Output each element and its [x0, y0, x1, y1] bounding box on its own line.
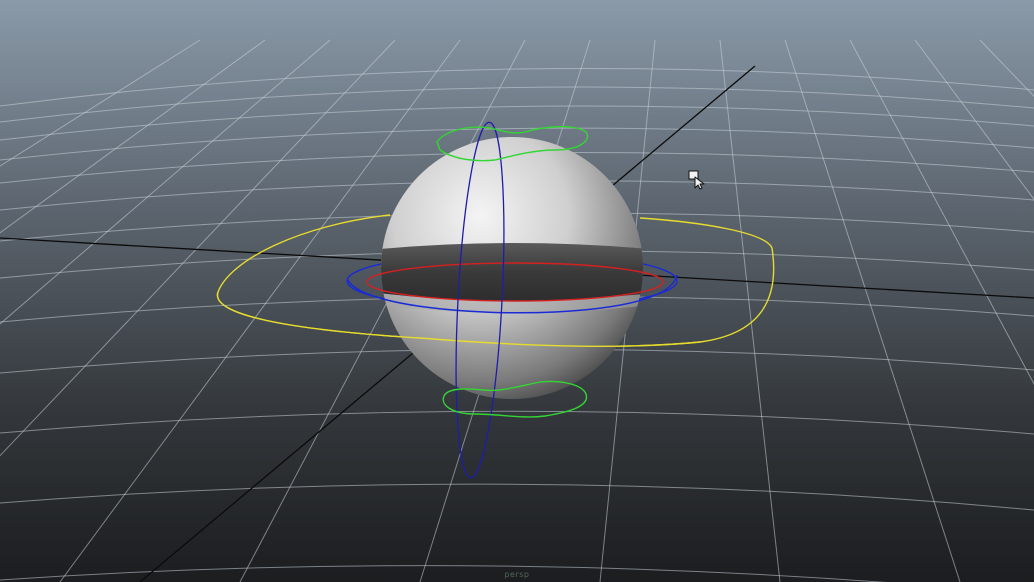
sphere-band [381, 243, 643, 301]
select-cursor-icon [688, 170, 705, 190]
camera-name-label: persp [504, 570, 530, 579]
maya-viewport[interactable]: persp [0, 0, 1034, 582]
viewport-scene[interactable] [0, 0, 1034, 582]
